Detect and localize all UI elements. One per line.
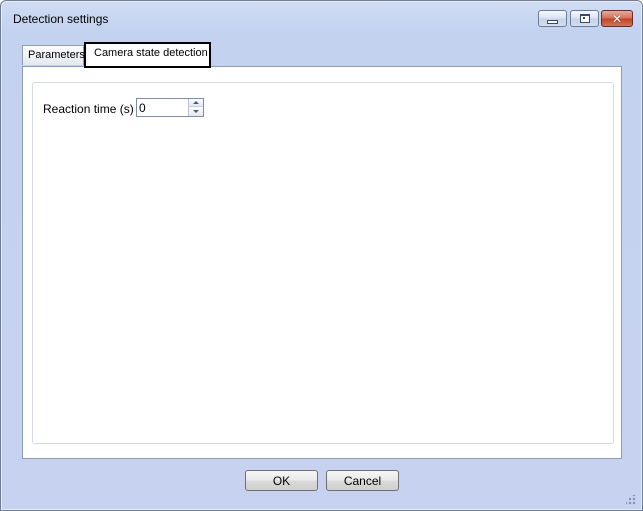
stepper-up-button[interactable] (188, 99, 203, 107)
cancel-button[interactable]: Cancel (326, 470, 399, 491)
title-bar[interactable]: Detection settings ✕ (1, 1, 642, 35)
reaction-time-stepper[interactable] (136, 98, 204, 117)
resize-grip-icon[interactable] (626, 495, 636, 505)
dialog-window: Detection settings ✕ Parameters Camera s… (0, 0, 643, 511)
tab-panel (22, 66, 622, 459)
reaction-time-label: Reaction time (s) (43, 102, 134, 116)
window-title: Detection settings (13, 12, 109, 26)
chevron-up-icon (193, 101, 199, 104)
settings-group (32, 82, 614, 444)
ok-button[interactable]: OK (245, 470, 318, 491)
minimize-button[interactable] (538, 10, 567, 27)
close-icon: ✕ (611, 11, 623, 26)
tab-camera-state-detection[interactable]: Camera state detection (84, 42, 211, 68)
close-button[interactable]: ✕ (601, 10, 633, 27)
chevron-down-icon (193, 110, 199, 113)
minimize-icon (547, 19, 558, 24)
maximize-button[interactable] (570, 10, 599, 27)
reaction-time-input[interactable] (139, 100, 187, 115)
maximize-icon (579, 14, 590, 23)
stepper-down-button[interactable] (188, 107, 203, 116)
tab-parameters[interactable]: Parameters (22, 45, 85, 65)
